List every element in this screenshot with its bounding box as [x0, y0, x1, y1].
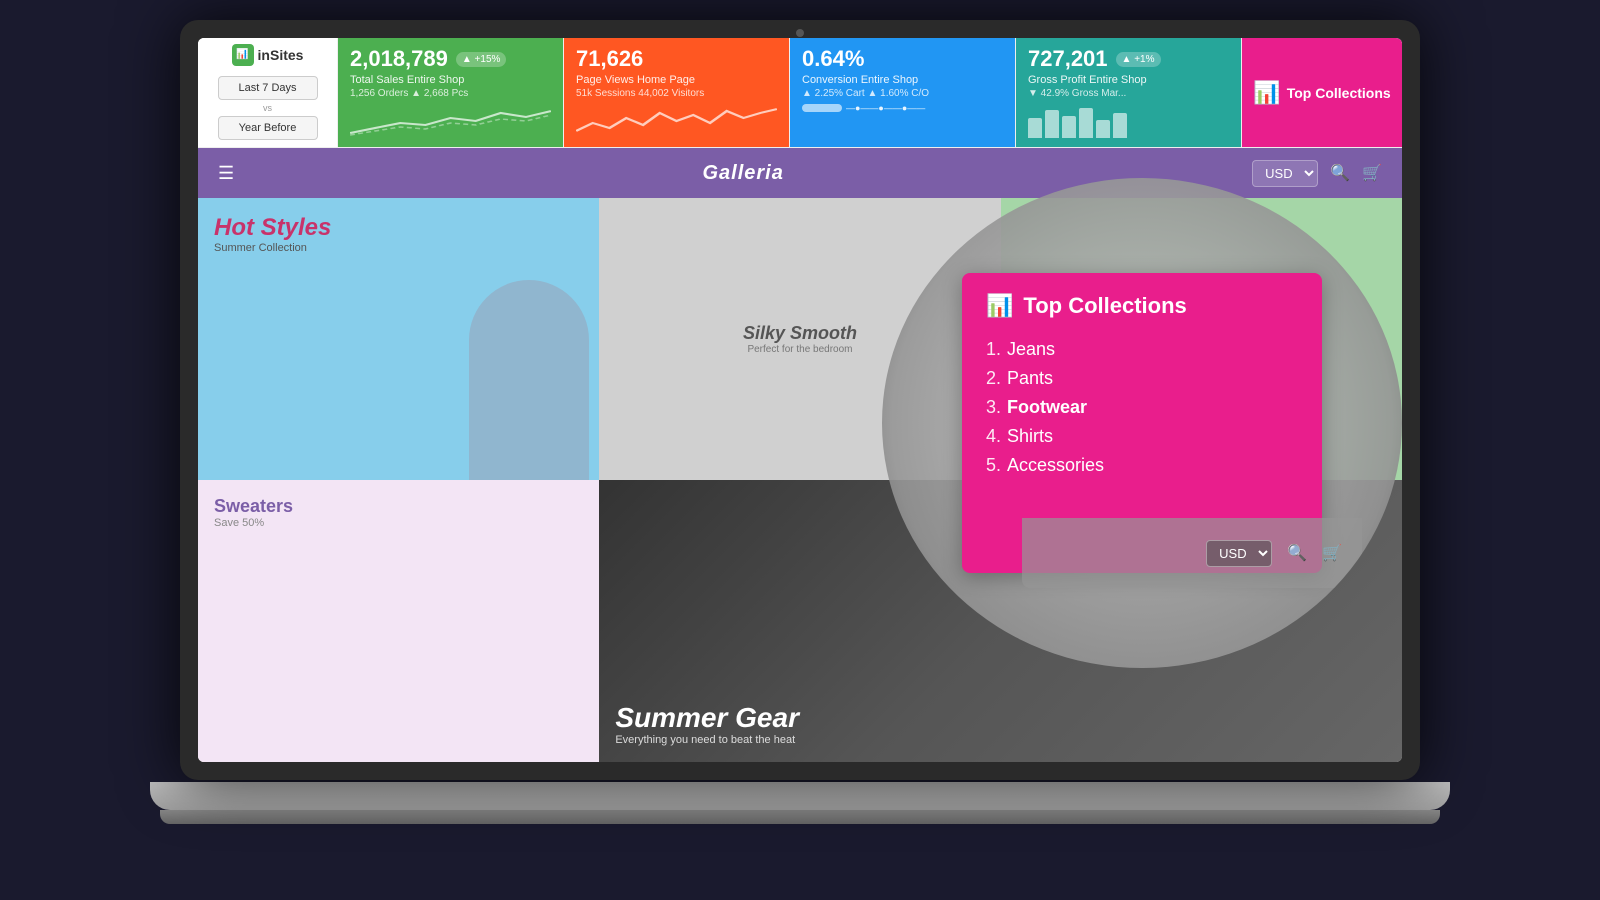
- laptop-shell: 📊 inSites Last 7 Days vs Year Before 2,0…: [150, 20, 1450, 880]
- magnified-search-icon[interactable]: 🔍: [1287, 543, 1307, 563]
- magnifier-nav-strip: USD 🔍 🛒: [1022, 518, 1362, 588]
- stat-page-views: 71,626 Page Views Home Page 51k Sessions…: [564, 38, 790, 147]
- collection-item-2[interactable]: 2. Pants: [986, 364, 1298, 393]
- stat-page-views-chart: [576, 103, 777, 138]
- laptop-screen: 📊 inSites Last 7 Days vs Year Before 2,0…: [198, 38, 1402, 762]
- sweaters-banner[interactable]: Sweaters Save 50%: [198, 480, 599, 762]
- stat-conversion: 0.64% Conversion Entire Shop ▲ 2.25% Car…: [790, 38, 1016, 147]
- collection-name-1: Jeans: [1007, 339, 1055, 360]
- collection-item-1[interactable]: 1. Jeans: [986, 335, 1298, 364]
- collections-list: 1. Jeans 2. Pants 3. Footwear 4.: [986, 335, 1298, 480]
- analytics-bar: 📊 inSites Last 7 Days vs Year Before 2,0…: [198, 38, 1402, 148]
- stat-gross-profit-badge: ▲ +1%: [1116, 52, 1161, 67]
- top-collections-header: 📊 Top Collections: [986, 293, 1298, 319]
- top-collections-panel-title: Top Collections: [1023, 293, 1186, 319]
- stat-conversion-number: 0.64%: [802, 46, 864, 72]
- year-before-button[interactable]: Year Before: [218, 116, 318, 140]
- top-collections-button[interactable]: 📊 Top Collections: [1242, 38, 1402, 147]
- insites-brand: 📊 inSites: [232, 44, 304, 66]
- stat-total-sales: 2,018,789 ▲ +15% Total Sales Entire Shop…: [338, 38, 564, 147]
- hot-styles-title: Hot Styles: [214, 214, 583, 242]
- stat-total-sales-number: 2,018,789: [350, 46, 448, 72]
- hot-styles-subtitle: Summer Collection: [214, 242, 583, 254]
- collection-num-2: 2.: [986, 368, 1001, 389]
- collection-num-5: 5.: [986, 455, 1001, 476]
- collection-name-5: Accessories: [1007, 455, 1104, 476]
- top-collections-button-label: Top Collections: [1287, 85, 1391, 101]
- vs-label: vs: [263, 103, 272, 113]
- top-collections-panel-icon: 📊: [986, 293, 1013, 319]
- insites-logo-panel: 📊 inSites Last 7 Days vs Year Before: [198, 38, 338, 147]
- cart-icon[interactable]: 🛒: [1362, 163, 1382, 183]
- silky-smooth-title: Silky Smooth: [743, 323, 857, 344]
- collection-item-5[interactable]: 5. Accessories: [986, 451, 1298, 480]
- stat-total-sales-sub: 1,256 Orders ▲ 2,668 Pcs: [350, 88, 551, 99]
- stat-total-sales-label: Total Sales Entire Shop: [350, 74, 551, 86]
- stat-conversion-chart: —●——●——●——: [802, 103, 1003, 138]
- stat-total-sales-badge: ▲ +15%: [456, 52, 507, 67]
- laptop-base: [150, 782, 1450, 810]
- stat-gross-profit: 727,201 ▲ +1% Gross Profit Entire Shop ▼…: [1016, 38, 1242, 147]
- laptop-bezel: 📊 inSites Last 7 Days vs Year Before 2,0…: [180, 20, 1420, 780]
- stat-conversion-label: Conversion Entire Shop: [802, 74, 1003, 86]
- collection-num-4: 4.: [986, 426, 1001, 447]
- stat-gross-profit-label: Gross Profit Entire Shop: [1028, 74, 1229, 86]
- laptop-foot: [160, 810, 1440, 824]
- collection-num-3: 3.: [986, 397, 1001, 418]
- last-days-button[interactable]: Last 7 Days: [218, 76, 318, 100]
- magnified-cart-icon[interactable]: 🛒: [1322, 543, 1342, 563]
- stat-gross-profit-number: 727,201: [1028, 46, 1108, 72]
- collection-name-3: Footwear: [1007, 397, 1087, 418]
- collection-num-1: 1.: [986, 339, 1001, 360]
- summer-gear-subtitle: Everything you need to beat the heat: [615, 734, 1386, 746]
- insites-brand-name: inSites: [258, 47, 304, 63]
- sweaters-subtitle: Save 50%: [214, 517, 583, 529]
- currency-selector[interactable]: USD EUR GBP: [1252, 160, 1318, 187]
- sweaters-title: Sweaters: [214, 496, 583, 517]
- magnified-currency-selector[interactable]: USD: [1206, 540, 1272, 567]
- collection-item-3[interactable]: 3. Footwear: [986, 393, 1298, 422]
- collection-name-4: Shirts: [1007, 426, 1053, 447]
- collection-item-4[interactable]: 4. Shirts: [986, 422, 1298, 451]
- stat-page-views-sub: 51k Sessions 44,002 Visitors: [576, 88, 777, 99]
- magnifier-overlay: 📊 Top Collections 1. Jeans 2. Pants: [882, 178, 1402, 668]
- stat-conversion-sub: ▲ 2.25% Cart ▲ 1.60% C/O: [802, 88, 1003, 99]
- stat-page-views-label: Page Views Home Page: [576, 74, 777, 86]
- laptop-camera: [796, 29, 804, 37]
- insites-icon: 📊: [232, 44, 254, 66]
- stat-page-views-number: 71,626: [576, 46, 643, 72]
- stat-gross-profit-sub: ▼ 42.9% Gross Mar...: [1028, 88, 1229, 99]
- top-collections-icon: 📊: [1253, 80, 1280, 106]
- stat-total-sales-chart: [350, 103, 551, 138]
- silky-smooth-subtitle: Perfect for the bedroom: [747, 344, 852, 355]
- hot-styles-banner[interactable]: Hot Styles Summer Collection: [198, 198, 599, 480]
- store-title: Galleria: [254, 162, 1232, 185]
- nav-right-controls: USD EUR GBP 🔍 🛒: [1252, 160, 1382, 187]
- summer-gear-title: Summer Gear: [615, 702, 1386, 734]
- collection-name-2: Pants: [1007, 368, 1053, 389]
- stat-gross-profit-chart: [1028, 103, 1229, 138]
- search-icon[interactable]: 🔍: [1330, 163, 1350, 183]
- hamburger-menu-icon[interactable]: ☰: [218, 163, 234, 184]
